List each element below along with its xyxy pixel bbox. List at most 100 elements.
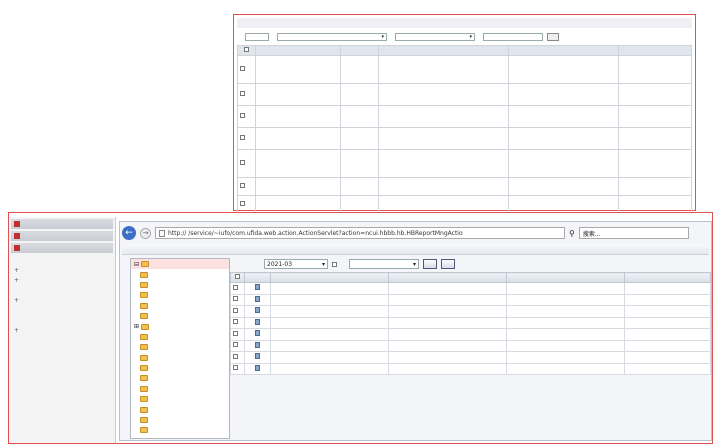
tree-item[interactable] <box>131 353 229 363</box>
column-header[interactable] <box>378 45 509 56</box>
expand-icon[interactable]: + <box>14 277 19 284</box>
row-checkbox[interactable] <box>237 83 256 106</box>
tree-item[interactable] <box>131 301 229 311</box>
row-checkbox[interactable] <box>230 351 245 364</box>
table-row[interactable] <box>230 305 711 318</box>
row-checkbox[interactable] <box>237 177 256 196</box>
column-header[interactable] <box>508 45 619 56</box>
tree-item[interactable] <box>131 342 229 352</box>
row-checkbox[interactable] <box>230 305 245 318</box>
search-input[interactable]: 搜索... <box>578 227 689 239</box>
column-header[interactable] <box>388 272 507 283</box>
back-arrow-icon[interactable]: ← <box>122 226 136 240</box>
edit-icon[interactable] <box>244 293 271 306</box>
table-row[interactable] <box>237 177 692 196</box>
expand-icon[interactable]: + <box>14 327 19 334</box>
tree-item[interactable] <box>131 373 229 383</box>
expand-icon[interactable]: + <box>14 297 19 304</box>
nav-item[interactable] <box>9 335 115 345</box>
advanced-query-button[interactable] <box>441 259 455 269</box>
column-header[interactable] <box>506 272 625 283</box>
row-checkbox[interactable] <box>230 293 245 306</box>
edit-icon[interactable] <box>244 305 271 318</box>
row-checkbox[interactable] <box>237 105 256 128</box>
edit-icon[interactable] <box>244 339 271 352</box>
tree-item[interactable]: ⊞ <box>131 321 229 331</box>
row-checkbox[interactable] <box>230 316 245 329</box>
edit-icon[interactable] <box>244 351 271 364</box>
nav-section-header[interactable] <box>11 219 113 229</box>
tree-item[interactable] <box>131 269 229 279</box>
template-type-select[interactable]: ▾ <box>277 32 387 41</box>
column-header[interactable] <box>244 272 271 283</box>
expand-icon[interactable]: + <box>14 267 19 274</box>
column-header[interactable] <box>618 45 692 56</box>
row-checkbox[interactable] <box>230 362 245 375</box>
table-row[interactable] <box>230 339 711 352</box>
nav-item[interactable] <box>9 305 115 315</box>
query-button[interactable] <box>547 32 559 41</box>
table-row[interactable] <box>237 105 692 128</box>
query-button[interactable] <box>423 259 437 269</box>
edit-icon[interactable] <box>244 282 271 295</box>
search-icon[interactable]: ⚲ <box>569 229 575 238</box>
table-row[interactable] <box>237 195 692 214</box>
row-checkbox[interactable] <box>237 195 256 214</box>
expand-icon[interactable]: ⊞ <box>134 323 139 330</box>
tree-item[interactable] <box>131 425 229 435</box>
nav-item[interactable]: + <box>9 325 115 335</box>
table-row[interactable] <box>230 282 711 295</box>
nav-section-header[interactable] <box>11 231 113 241</box>
tree-item[interactable] <box>131 384 229 394</box>
forward-arrow-icon[interactable]: → <box>140 227 151 239</box>
tree-item[interactable] <box>131 290 229 300</box>
select-all-checkbox[interactable] <box>237 45 256 56</box>
period-select[interactable]: 2021-03 ▾ <box>264 259 328 269</box>
tree-item[interactable] <box>131 415 229 425</box>
edit-icon[interactable] <box>244 362 271 375</box>
column-header[interactable] <box>270 272 389 283</box>
tree-item[interactable]: ⊟ <box>131 259 229 270</box>
tree-item[interactable] <box>131 280 229 290</box>
table-row[interactable] <box>230 293 711 306</box>
template-name-input[interactable] <box>245 32 269 41</box>
nav-item[interactable]: + <box>9 265 115 275</box>
tree-item[interactable] <box>131 332 229 342</box>
table-row[interactable] <box>237 83 692 106</box>
collapse-icon[interactable]: ⊟ <box>134 261 139 268</box>
table-row[interactable] <box>230 328 711 341</box>
row-checkbox[interactable] <box>237 149 256 178</box>
select-all-checkbox[interactable] <box>230 272 245 283</box>
column-header[interactable] <box>340 45 379 56</box>
row-checkbox[interactable] <box>230 328 245 341</box>
table-row[interactable] <box>237 127 692 150</box>
table-row[interactable] <box>237 149 692 178</box>
column-header[interactable] <box>624 272 711 283</box>
include-sub-checkbox[interactable] <box>332 261 337 267</box>
url-field[interactable]: http:// /service/~iufo/com.ufida.web.act… <box>155 227 565 239</box>
edit-icon[interactable] <box>244 316 271 329</box>
tree-item[interactable] <box>131 363 229 373</box>
row-checkbox[interactable] <box>237 127 256 150</box>
status-select[interactable]: ▾ <box>349 259 419 269</box>
table-row[interactable] <box>230 351 711 364</box>
nav-section-header[interactable] <box>11 243 113 253</box>
edit-icon[interactable] <box>244 328 271 341</box>
table-row[interactable] <box>230 362 711 375</box>
table-row[interactable] <box>230 316 711 329</box>
task-name-select[interactable]: ▾ <box>395 32 475 41</box>
tree-item[interactable] <box>131 311 229 321</box>
row-checkbox[interactable] <box>237 55 256 84</box>
tree-item[interactable] <box>131 394 229 404</box>
nav-item[interactable] <box>9 255 115 265</box>
create-unit-input[interactable] <box>483 32 543 41</box>
nav-item[interactable]: + <box>9 275 115 285</box>
column-header[interactable] <box>255 45 341 56</box>
nav-item[interactable] <box>9 315 115 325</box>
nav-item[interactable] <box>9 285 115 295</box>
nav-item[interactable]: + <box>9 295 115 305</box>
row-checkbox[interactable] <box>230 282 245 295</box>
row-checkbox[interactable] <box>230 339 245 352</box>
tree-item[interactable] <box>131 404 229 414</box>
table-row[interactable] <box>237 55 692 84</box>
